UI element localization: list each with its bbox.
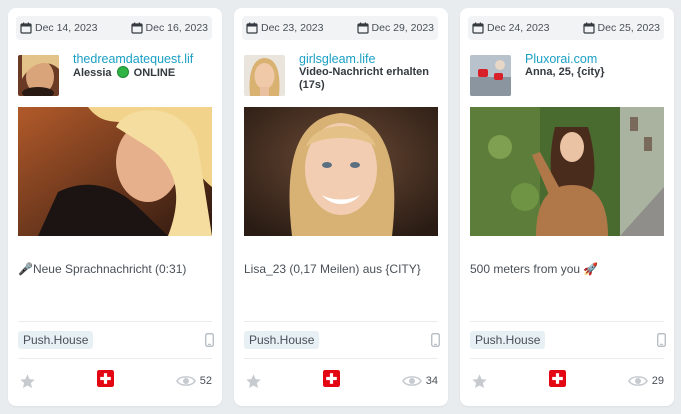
end-date-text: Dec 29, 2023 — [371, 22, 434, 34]
eye-icon — [176, 374, 196, 388]
creative-card[interactable]: Dec 14, 2023 Dec 16, 2023 thedreamdatequ… — [8, 8, 222, 406]
end-date: Dec 29, 2023 — [357, 22, 434, 34]
ad-title: Alessia ONLINE — [73, 66, 212, 80]
start-date: Dec 24, 2023 — [472, 22, 549, 34]
card-header: girlsgleam.life Video-Nachricht erhalten… — [244, 52, 442, 96]
views: 52 — [176, 374, 212, 388]
icon-thumbnail — [244, 55, 285, 96]
site-link[interactable]: Pluxorai.com — [525, 52, 668, 67]
ad-network-badge[interactable]: Push.House — [244, 331, 320, 349]
end-date-text: Dec 25, 2023 — [597, 22, 660, 34]
calendar-icon — [246, 22, 258, 34]
calendar-icon — [20, 22, 32, 34]
eye-icon — [628, 374, 648, 388]
online-dot-icon — [116, 66, 129, 78]
creative-image[interactable] — [18, 107, 212, 236]
divider — [470, 358, 664, 359]
ad-network-badge[interactable]: Push.House — [18, 331, 94, 349]
ad-message: 500 meters from you 🚀 — [470, 262, 599, 276]
mobile-phone-icon — [205, 333, 214, 347]
divider — [18, 321, 212, 322]
end-date: Dec 16, 2023 — [131, 22, 208, 34]
start-date-text: Dec 24, 2023 — [487, 22, 550, 34]
ad-message: Lisa_23 (0,17 Meilen) aus {CITY} — [244, 262, 421, 276]
date-range: Dec 24, 2023 Dec 25, 2023 — [468, 16, 664, 40]
ad-title: Anna, 25, {city} — [525, 66, 605, 78]
swiss-flag-icon — [97, 370, 114, 387]
creative-image[interactable] — [470, 107, 664, 236]
icon-thumbnail — [18, 55, 59, 96]
date-range: Dec 14, 2023 Dec 16, 2023 — [16, 16, 212, 40]
star-icon[interactable] — [471, 373, 488, 390]
calendar-icon — [131, 22, 143, 34]
creative-card[interactable]: Dec 24, 2023 Dec 25, 2023 Pluxorai.com A… — [460, 8, 674, 406]
divider — [244, 358, 438, 359]
ad-title-status: ONLINE — [133, 67, 176, 79]
calendar-icon — [583, 22, 595, 34]
card-header: Pluxorai.com Anna, 25, {city} — [470, 52, 668, 96]
calendar-icon — [472, 22, 484, 34]
views: 29 — [628, 374, 664, 388]
end-date: Dec 25, 2023 — [583, 22, 660, 34]
divider — [244, 321, 438, 322]
icon-thumbnail — [470, 55, 511, 96]
end-date-text: Dec 16, 2023 — [145, 22, 208, 34]
card-header: thedreamdatequest.lif Alessia ONLINE — [18, 52, 216, 96]
mobile-phone-icon — [657, 333, 666, 347]
views: 34 — [402, 374, 438, 388]
ad-network-badge[interactable]: Push.House — [470, 331, 546, 349]
swiss-flag-icon — [323, 370, 340, 387]
start-date: Dec 23, 2023 — [246, 22, 323, 34]
divider — [470, 321, 664, 322]
mobile-phone-icon — [431, 333, 440, 347]
divider — [18, 358, 212, 359]
creative-image[interactable] — [244, 107, 438, 236]
ad-title-name: Alessia — [73, 67, 112, 79]
views-count: 52 — [199, 375, 212, 387]
views-count: 34 — [425, 375, 438, 387]
ad-message: 🎤Neue Sprachnachricht (0:31) — [18, 262, 187, 276]
views-count: 29 — [651, 375, 664, 387]
site-link[interactable]: girlsgleam.life — [299, 52, 442, 67]
date-range: Dec 23, 2023 Dec 29, 2023 — [242, 16, 438, 40]
calendar-icon — [357, 22, 369, 34]
creative-card[interactable]: Dec 23, 2023 Dec 29, 2023 girlsgleam.lif… — [234, 8, 448, 406]
start-date: Dec 14, 2023 — [20, 22, 97, 34]
eye-icon — [402, 374, 422, 388]
star-icon[interactable] — [19, 373, 36, 390]
start-date-text: Dec 14, 2023 — [35, 22, 98, 34]
site-link[interactable]: thedreamdatequest.lif — [73, 52, 216, 67]
swiss-flag-icon — [549, 370, 566, 387]
start-date-text: Dec 23, 2023 — [261, 22, 324, 34]
ad-title: Video-Nachricht erhalten (17s) — [299, 66, 429, 91]
star-icon[interactable] — [245, 373, 262, 390]
